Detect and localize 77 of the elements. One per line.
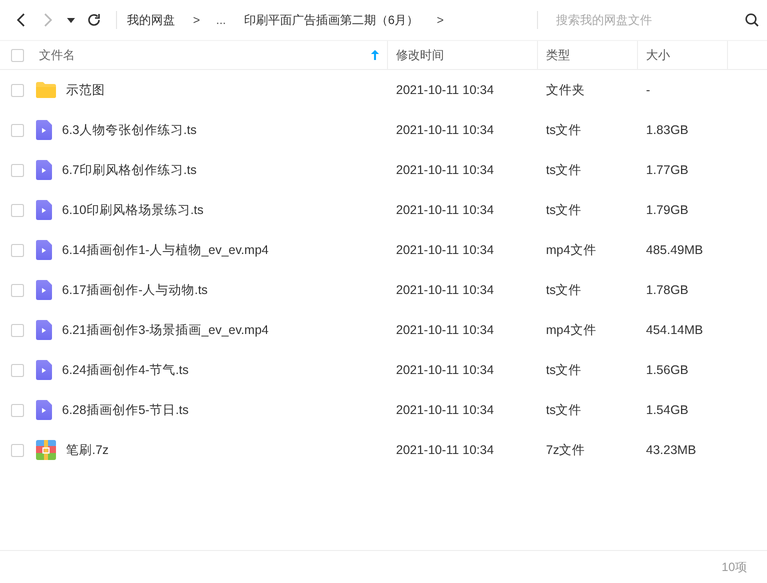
file-name[interactable]: 6.7印刷风格创作练习.ts — [62, 160, 197, 180]
video-file-icon — [36, 320, 52, 340]
row-checkbox[interactable] — [11, 84, 24, 96]
file-name[interactable]: 6.3人物夸张创作练习.ts — [62, 120, 197, 140]
column-header[interactable]: 大小 — [646, 46, 670, 64]
row-checkbox[interactable] — [11, 164, 24, 176]
video-file-icon — [36, 240, 52, 260]
file-size: 454.14MB — [646, 322, 703, 339]
modified-date: 2021-10-11 10:34 — [396, 322, 494, 339]
file-size: 1.78GB — [646, 282, 688, 299]
file-type: 文件夹 — [546, 82, 585, 99]
forward-icon[interactable] — [43, 13, 53, 27]
breadcrumb-separator: > — [193, 12, 200, 29]
file-size: 1.83GB — [646, 122, 688, 139]
row-checkbox[interactable] — [11, 324, 24, 336]
modified-date: 2021-10-11 10:34 — [396, 282, 494, 299]
modified-date: 2021-10-11 10:34 — [396, 362, 494, 379]
row-checkbox[interactable] — [11, 364, 24, 376]
dropdown-caret-icon[interactable] — [67, 18, 75, 22]
select-all-checkbox[interactable] — [11, 48, 24, 62]
file-name[interactable]: 示范图 — [66, 80, 105, 100]
row-checkbox[interactable] — [11, 244, 24, 256]
video-file-icon — [36, 200, 52, 220]
row-checkbox[interactable] — [11, 444, 24, 456]
column-header[interactable]: 修改时间 — [396, 46, 444, 64]
modified-date: 2021-10-11 10:34 — [396, 122, 494, 139]
file-type: ts文件 — [546, 202, 582, 219]
modified-date: 2021-10-11 10:34 — [396, 402, 494, 419]
video-file-icon — [36, 360, 52, 380]
modified-date: 2021-10-11 10:34 — [396, 442, 494, 459]
file-name[interactable]: 6.28插画创作5-节日.ts — [62, 400, 189, 420]
item-count: 10项 — [722, 559, 747, 576]
column-header[interactable]: 类型 — [546, 46, 570, 64]
archive-file-icon — [36, 440, 56, 460]
file-name[interactable]: 6.24插画创作4-节气.ts — [62, 360, 189, 380]
file-size: 485.49MB — [646, 242, 703, 259]
file-name[interactable]: 笔刷.7z — [66, 440, 109, 460]
file-name[interactable]: 6.10印刷风格场景练习.ts — [62, 200, 204, 220]
file-size: 1.79GB — [646, 202, 688, 219]
row-checkbox[interactable] — [11, 124, 24, 136]
row-checkbox[interactable] — [11, 284, 24, 296]
modified-date: 2021-10-11 10:34 — [396, 82, 494, 99]
file-type: ts文件 — [546, 362, 582, 379]
file-type: mp4文件 — [546, 242, 596, 259]
file-name[interactable]: 6.17插画创作-人与动物.ts — [62, 280, 208, 300]
file-type: mp4文件 — [546, 322, 596, 339]
modified-date: 2021-10-11 10:34 — [396, 242, 494, 259]
file-size: 1.56GB — [646, 362, 688, 379]
file-size: 43.23MB — [646, 442, 696, 459]
file-type: 7z文件 — [546, 442, 586, 459]
row-checkbox[interactable] — [11, 204, 24, 216]
file-size: 1.77GB — [646, 162, 688, 179]
file-size: - — [646, 82, 650, 99]
file-type: ts文件 — [546, 162, 582, 179]
column-header[interactable]: 文件名 — [39, 46, 75, 64]
file-size: 1.54GB — [646, 402, 688, 419]
video-file-icon — [36, 280, 52, 300]
file-name[interactable]: 6.14插画创作1-人与植物_ev_ev.mp4 — [62, 240, 269, 260]
folder-icon — [36, 82, 56, 98]
modified-date: 2021-10-11 10:34 — [396, 162, 494, 179]
search-icon[interactable] — [745, 13, 759, 27]
file-type: ts文件 — [546, 282, 582, 299]
breadcrumb-link[interactable]: 印刷平面广告插画第二期（6月） — [244, 11, 419, 29]
refresh-icon[interactable] — [87, 13, 101, 27]
file-type: ts文件 — [546, 402, 582, 419]
back-icon[interactable] — [16, 13, 26, 27]
video-file-icon — [36, 400, 52, 420]
breadcrumb-more[interactable]: ... — [216, 11, 226, 29]
video-file-icon — [36, 120, 52, 140]
breadcrumb-separator: > — [436, 12, 444, 29]
row-checkbox[interactable] — [11, 404, 24, 416]
sort-arrow-icon[interactable] — [371, 50, 379, 60]
modified-date: 2021-10-11 10:34 — [396, 202, 494, 219]
file-name[interactable]: 6.21插画创作3-场景插画_ev_ev.mp4 — [62, 320, 269, 340]
file-type: ts文件 — [546, 122, 582, 139]
breadcrumb-link[interactable]: 我的网盘 — [127, 11, 175, 29]
video-file-icon — [36, 160, 52, 180]
